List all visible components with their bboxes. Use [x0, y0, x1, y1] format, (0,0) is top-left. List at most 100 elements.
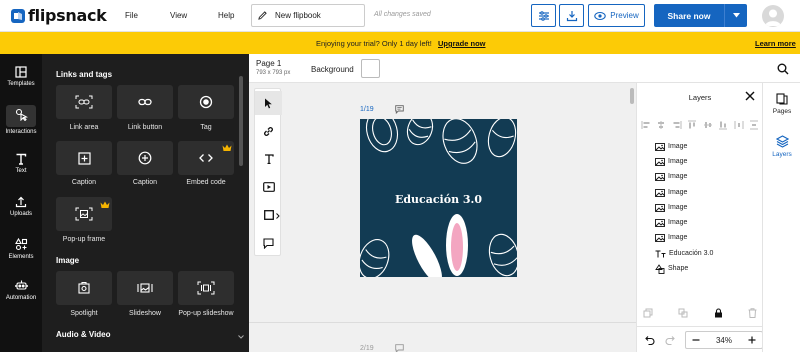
align-bottom-icon[interactable]	[718, 120, 728, 130]
link-tool[interactable]	[255, 119, 282, 143]
align-center-icon[interactable]	[656, 120, 666, 130]
rail-templates[interactable]: Templates	[0, 66, 42, 87]
rail-active-highlight	[6, 105, 36, 127]
group-icon[interactable]	[678, 308, 688, 318]
rail-interactions[interactable]: Interactions	[0, 105, 42, 135]
share-button[interactable]: Share now	[654, 4, 747, 27]
align-left-icon[interactable]	[641, 120, 651, 130]
panel-scrollbar[interactable]	[239, 76, 243, 166]
rail-elements[interactable]: Elements	[0, 238, 42, 260]
page-comment-icon[interactable]	[395, 105, 404, 114]
layer-item-image[interactable]: Image	[655, 216, 687, 229]
video-icon	[262, 182, 275, 192]
canvas-scrollbar[interactable]	[630, 88, 634, 104]
distribute-vertical-icon[interactable]	[749, 120, 759, 130]
layer-item-image[interactable]: Image	[655, 140, 687, 153]
interactions-icon	[15, 108, 28, 121]
chevron-down-icon[interactable]	[238, 335, 244, 339]
rail-pages[interactable]: Pages	[763, 93, 800, 115]
popup-slideshow-tile[interactable]	[178, 271, 234, 305]
rail-uploads[interactable]: Uploads	[0, 196, 42, 217]
distribute-horizontal-icon[interactable]	[734, 120, 744, 130]
layer-item-image[interactable]: Image	[655, 155, 687, 168]
layer-label: Image	[668, 189, 688, 196]
link-area-tile[interactable]	[56, 85, 112, 119]
duplicate-icon[interactable]	[643, 308, 653, 318]
undo-icon[interactable]	[645, 335, 655, 345]
flipbook-page[interactable]: Educación 3.0	[360, 119, 517, 277]
flipbook-title-input[interactable]: New flipbook	[251, 4, 365, 27]
zoom-in-icon[interactable]	[748, 336, 756, 344]
video-tool[interactable]	[255, 175, 282, 199]
layer-label: Image	[668, 204, 688, 211]
text-tool[interactable]	[255, 147, 282, 171]
layer-item-image[interactable]: Image	[655, 186, 687, 199]
menu-file[interactable]: File	[125, 11, 138, 20]
search-icon[interactable]	[777, 63, 789, 75]
link-button-tile[interactable]	[117, 85, 173, 119]
align-right-icon[interactable]	[672, 120, 682, 130]
image-icon	[655, 188, 665, 197]
caption-button-tile[interactable]	[117, 141, 173, 175]
select-tool[interactable]	[255, 91, 282, 115]
settings-button[interactable]	[531, 4, 556, 27]
spotlight-tile[interactable]	[56, 271, 112, 305]
caption-area-tile[interactable]	[56, 141, 112, 175]
layer-item-image[interactable]: Image	[655, 201, 687, 214]
layer-actions	[643, 308, 757, 318]
download-button[interactable]	[559, 4, 584, 27]
shape-tool[interactable]	[255, 203, 282, 227]
page-comment-icon[interactable]	[395, 344, 404, 352]
preview-button[interactable]: Preview	[588, 4, 645, 27]
upload-icon	[15, 196, 27, 208]
lock-icon[interactable]	[714, 308, 723, 318]
elements-icon	[14, 238, 27, 251]
layer-label: Image	[668, 143, 688, 150]
page-number-2: 2/19	[360, 345, 374, 352]
rail-text[interactable]: Text	[0, 153, 42, 174]
comment-tool[interactable]	[255, 231, 282, 255]
close-icon[interactable]	[745, 91, 755, 101]
page-heading[interactable]: Educación 3.0	[360, 193, 517, 206]
tag-tile[interactable]	[178, 85, 234, 119]
layer-label: Educación 3.0	[669, 250, 714, 257]
redo-icon[interactable]	[665, 335, 675, 345]
trial-banner: Enjoying your trial? Only 1 day left! Up…	[0, 32, 800, 54]
align-top-icon[interactable]	[687, 120, 697, 130]
background-label: Background	[311, 65, 354, 74]
top-bar: flipsnack File View Help New flipbook Al…	[0, 0, 800, 32]
rail-layers[interactable]: Layers	[763, 135, 800, 158]
background-color-swatch[interactable]	[361, 59, 380, 78]
left-rail: Templates Interactions Text Uploads Elem…	[0, 54, 42, 352]
menu-help[interactable]: Help	[218, 11, 234, 20]
trial-message: Enjoying your trial? Only 1 day left!	[316, 39, 432, 48]
image-icon	[655, 172, 665, 181]
interactions-panel: Links and tags Link area Link button Tag…	[42, 54, 249, 352]
layer-label: Shape	[668, 265, 689, 272]
layer-item-image[interactable]: Image	[655, 170, 687, 183]
square-icon	[263, 210, 274, 220]
layer-item-text[interactable]: Educación 3.0	[655, 247, 713, 260]
zoom-level[interactable]: 34%	[716, 336, 732, 345]
caption-button-icon	[138, 151, 152, 165]
flipsnack-logo[interactable]: flipsnack	[10, 6, 107, 25]
layer-item-shape[interactable]: Shape	[655, 262, 688, 275]
align-middle-icon[interactable]	[703, 120, 713, 130]
chevron-right-icon	[276, 213, 280, 219]
rail-automation[interactable]: Automation	[0, 279, 42, 301]
popup-slideshow-icon	[197, 281, 215, 295]
layer-item-image[interactable]: Image	[655, 231, 687, 244]
image-icon	[655, 233, 665, 242]
slideshow-tile[interactable]	[117, 271, 173, 305]
shape-icon	[655, 263, 665, 274]
page-dimensions: 793 x 793 px	[256, 70, 291, 76]
menu-view[interactable]: View	[170, 11, 187, 20]
delete-icon[interactable]	[748, 308, 757, 318]
user-avatar[interactable]	[762, 5, 784, 27]
alignment-toolbar	[641, 120, 759, 130]
share-dropdown[interactable]	[725, 13, 747, 18]
learn-more-link[interactable]: Learn more	[755, 39, 796, 48]
upgrade-link[interactable]: Upgrade now	[438, 39, 486, 48]
zoom-out-icon[interactable]	[692, 336, 700, 344]
text-layer-icon	[655, 250, 666, 257]
